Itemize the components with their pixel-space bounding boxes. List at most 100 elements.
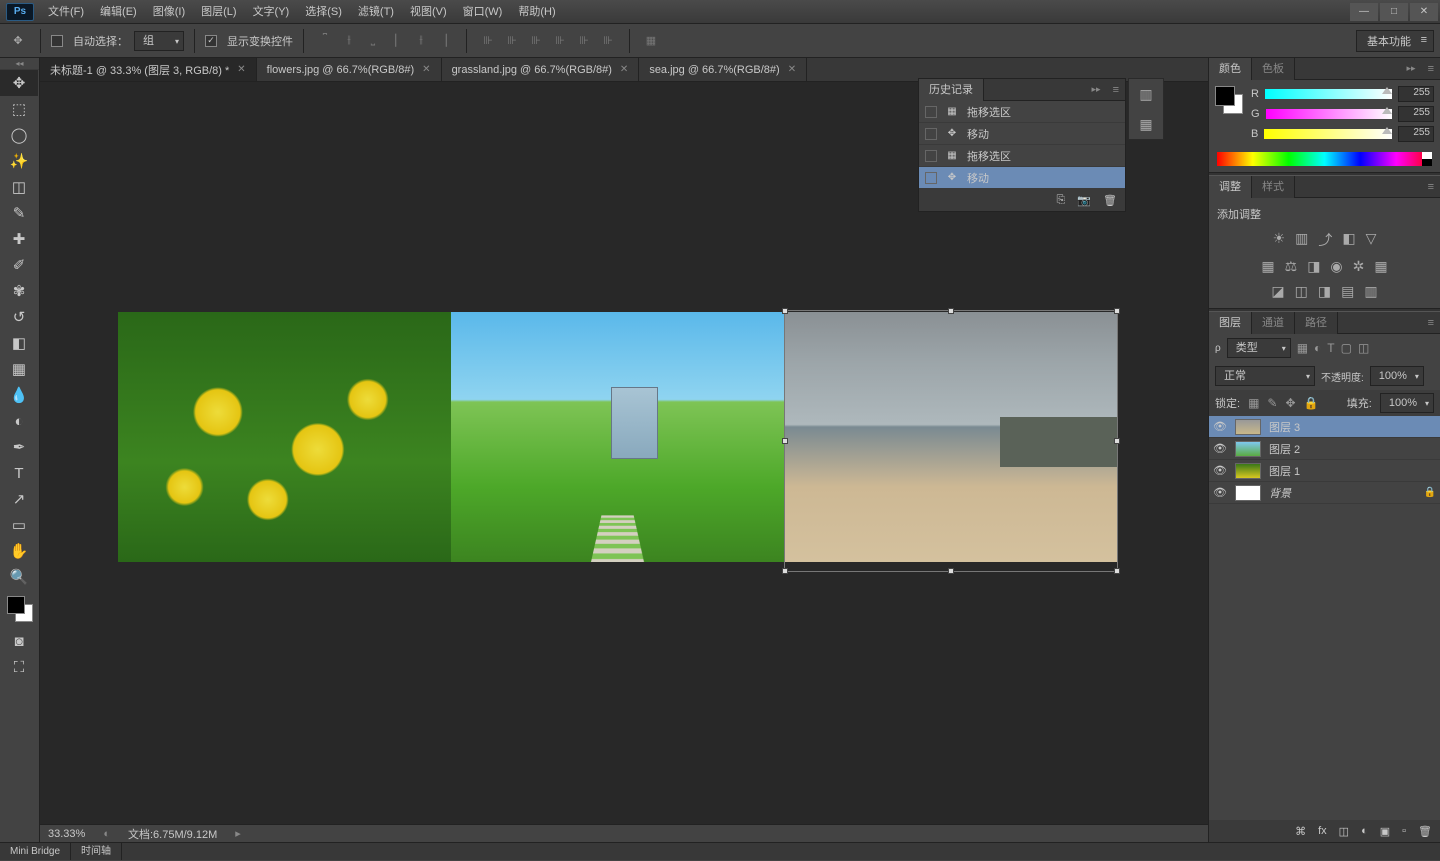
visibility-icon[interactable]: 👁 (1213, 464, 1227, 477)
tab-history[interactable]: 历史记录 (919, 79, 984, 101)
invert-icon[interactable]: ◪ (1271, 283, 1284, 300)
layer-thumb[interactable] (1235, 485, 1261, 501)
layer-item[interactable]: 👁图层 3 (1209, 416, 1440, 438)
tool-dodge[interactable]: ◐ (0, 408, 38, 434)
r-slider[interactable] (1265, 89, 1392, 99)
new-group-icon[interactable]: ▣ (1380, 825, 1390, 838)
collapsed-panel-icon[interactable]: ▦ (1129, 109, 1163, 139)
align-vcenter-icon[interactable]: ⫲ (338, 30, 360, 52)
align-left-icon[interactable]: ⎢ (386, 30, 408, 52)
tool-hand[interactable]: ✋ (0, 538, 38, 564)
close-icon[interactable]: ✕ (788, 64, 796, 75)
color-lookup-icon[interactable]: ▦ (1374, 258, 1387, 275)
tool-history-brush[interactable]: ↺ (0, 304, 38, 330)
lock-image-icon[interactable]: ✎ (1267, 396, 1277, 410)
align-top-icon[interactable]: ⎴ (314, 30, 336, 52)
menu-layer[interactable]: 图层(L) (193, 0, 244, 24)
tool-lasso[interactable]: ◯ (0, 122, 38, 148)
history-item[interactable]: ▦拖移选区 (919, 145, 1125, 167)
document-tab[interactable]: 未标题-1 @ 33.3% (图层 3, RGB/8) *✕ (40, 58, 257, 81)
tool-path[interactable]: ↗ (0, 486, 38, 512)
tool-crop[interactable]: ◫ (0, 174, 38, 200)
close-button[interactable]: ✕ (1410, 3, 1438, 21)
delete-state-icon[interactable]: 🗑 (1103, 194, 1117, 207)
posterize-icon[interactable]: ◫ (1295, 283, 1308, 300)
blend-mode-dropdown[interactable]: 正常 (1215, 366, 1315, 386)
bw-icon[interactable]: ◨ (1307, 258, 1320, 275)
auto-align-icon[interactable]: ▦ (640, 30, 662, 52)
layer-thumb[interactable] (1235, 463, 1261, 479)
tool-shape[interactable]: ▭ (0, 512, 38, 538)
visibility-icon[interactable]: 👁 (1213, 486, 1227, 499)
layer-mask-icon[interactable]: ◫ (1339, 825, 1349, 838)
filter-smart-icon[interactable]: ◫ (1358, 341, 1369, 355)
history-item[interactable]: ▦拖移选区 (919, 101, 1125, 123)
g-input[interactable]: 255 (1398, 106, 1434, 122)
panel-menu-icon[interactable]: ≡ (1422, 317, 1440, 329)
tool-type[interactable]: T (0, 460, 38, 486)
filter-shape-icon[interactable]: ▢ (1341, 341, 1352, 355)
tool-clone[interactable]: ✾ (0, 278, 38, 304)
visibility-icon[interactable]: 👁 (1213, 442, 1227, 455)
tab-timeline[interactable]: 时间轴 (71, 843, 122, 860)
tool-screenmode[interactable]: ⛶ (0, 654, 38, 680)
tab-adjustments[interactable]: 调整 (1209, 176, 1252, 198)
color-swatch[interactable] (1215, 86, 1243, 114)
color-swatch[interactable] (7, 596, 33, 622)
menu-edit[interactable]: 编辑(E) (92, 0, 145, 24)
zoom-level[interactable]: 33.33% (48, 828, 85, 840)
new-doc-from-state-icon[interactable]: ⎘ (1057, 194, 1066, 207)
filter-type-icon[interactable]: T (1327, 341, 1334, 355)
auto-select-mode-dropdown[interactable]: 组 (134, 31, 184, 51)
tab-styles[interactable]: 样式 (1252, 176, 1295, 198)
close-icon[interactable]: ✕ (620, 64, 628, 75)
foreground-color[interactable] (7, 596, 25, 614)
show-transform-checkbox[interactable]: ✓ (205, 35, 217, 47)
menu-view[interactable]: 视图(V) (402, 0, 455, 24)
new-fill-icon[interactable]: ◐ (1361, 825, 1368, 837)
history-item[interactable]: ✥移动 (919, 167, 1125, 189)
layer-fx-icon[interactable]: fx (1318, 825, 1327, 837)
history-panel[interactable]: 历史记录 ▸▸ ≡ ▦拖移选区 ✥移动 ▦拖移选区 ✥移动 ⎘ 📷 🗑 (918, 78, 1126, 212)
menu-image[interactable]: 图像(I) (145, 0, 193, 24)
lock-position-icon[interactable]: ✥ (1285, 396, 1295, 410)
tool-blur[interactable]: 💧 (0, 382, 38, 408)
maximize-button[interactable]: □ (1380, 3, 1408, 21)
layer-item[interactable]: 👁背景🔒 (1209, 482, 1440, 504)
align-hcenter-icon[interactable]: ⫲ (410, 30, 432, 52)
distribute-icon[interactable]: ⊪ (597, 30, 619, 52)
layer-thumb[interactable] (1235, 441, 1261, 457)
snapshot-icon[interactable]: 📷 (1077, 194, 1091, 207)
tab-color[interactable]: 颜色 (1209, 58, 1252, 80)
spectrum-ramp[interactable] (1217, 152, 1432, 166)
distribute-icon[interactable]: ⊪ (501, 30, 523, 52)
tab-layers[interactable]: 图层 (1209, 312, 1252, 334)
menu-filter[interactable]: 滤镜(T) (350, 0, 402, 24)
lock-transparency-icon[interactable]: ▦ (1248, 396, 1259, 410)
photo-filter-icon[interactable]: ◉ (1330, 258, 1342, 275)
tool-move[interactable]: ✥ (0, 70, 38, 96)
fill-input[interactable]: 100% (1380, 393, 1434, 413)
vibrance-icon[interactable]: ▽ (1366, 230, 1377, 250)
b-input[interactable]: 255 (1398, 126, 1434, 142)
document-tab[interactable]: grassland.jpg @ 66.7%(RGB/8#)✕ (442, 58, 640, 81)
minimize-button[interactable]: — (1350, 3, 1378, 21)
opacity-input[interactable]: 100% (1370, 366, 1424, 386)
layer-filter-dropdown[interactable]: 类型 (1227, 338, 1291, 358)
align-bottom-icon[interactable]: ⎵ (362, 30, 384, 52)
threshold-icon[interactable]: ◨ (1318, 283, 1331, 300)
tool-quickmask[interactable]: ◙ (0, 628, 38, 654)
link-layers-icon[interactable]: ⌘ (1295, 825, 1306, 838)
brightness-icon[interactable]: ☀ (1273, 230, 1286, 250)
tool-eyedropper[interactable]: ✎ (0, 200, 38, 226)
tab-mini-bridge[interactable]: Mini Bridge (0, 843, 71, 860)
workspace-switcher[interactable]: 基本功能 (1356, 30, 1434, 52)
menu-help[interactable]: 帮助(H) (510, 0, 563, 24)
tool-zoom[interactable]: 🔍 (0, 564, 38, 590)
zoom-scrubber-icon[interactable]: ◐ (103, 828, 110, 840)
g-slider[interactable] (1266, 109, 1392, 119)
distribute-icon[interactable]: ⊪ (549, 30, 571, 52)
new-layer-icon[interactable]: ▫ (1402, 825, 1406, 837)
distribute-icon[interactable]: ⊪ (525, 30, 547, 52)
close-icon[interactable]: ✕ (422, 64, 430, 75)
